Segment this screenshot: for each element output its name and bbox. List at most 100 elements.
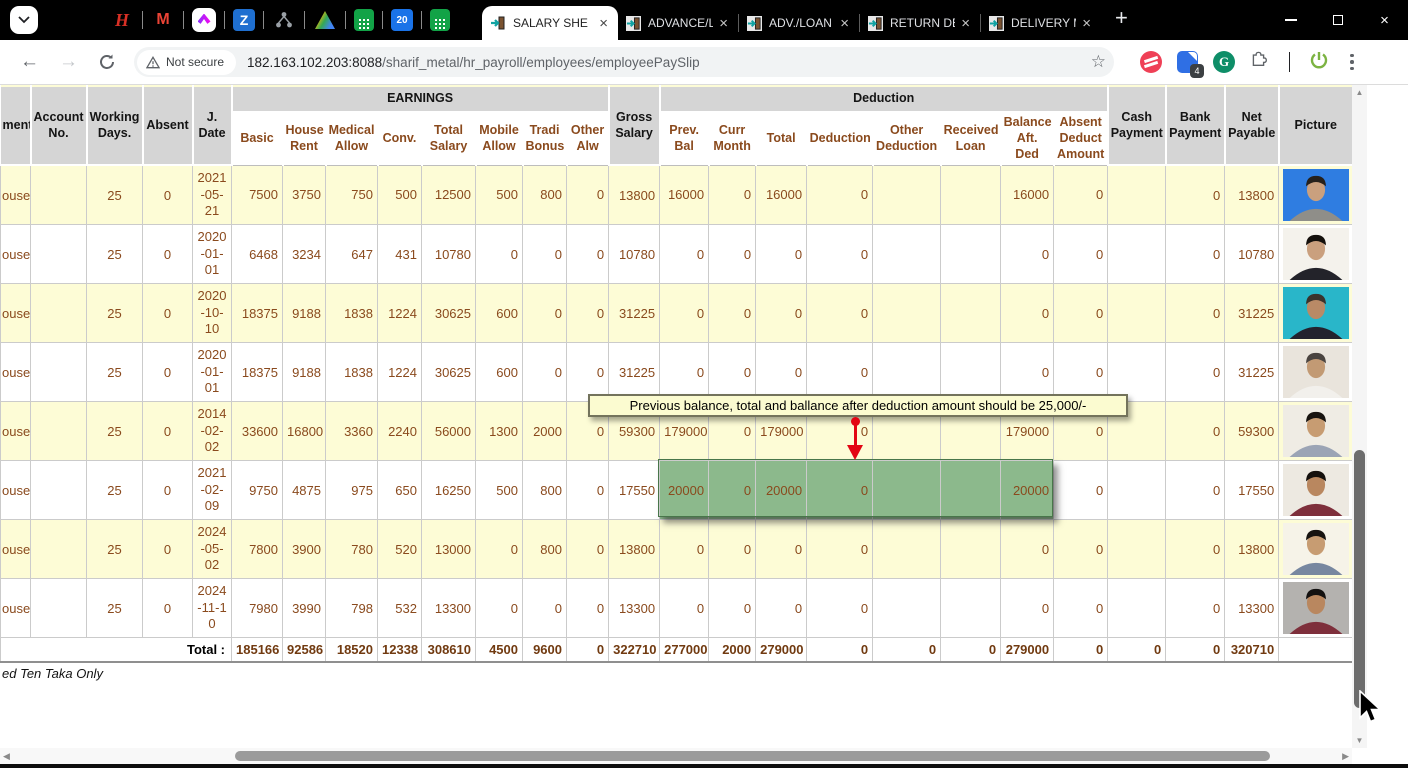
new-tab-button[interactable]: + bbox=[1115, 5, 1128, 31]
gmail-icon[interactable]: M bbox=[151, 8, 175, 32]
browser-menu-icon[interactable] bbox=[1344, 54, 1360, 71]
table-cell: 0 bbox=[807, 343, 873, 402]
table-cell: 0 bbox=[523, 579, 567, 638]
calendar-icon[interactable]: 20 bbox=[391, 9, 413, 31]
table-cell: 10780 bbox=[1225, 225, 1279, 284]
table-cell bbox=[873, 343, 941, 402]
security-chip[interactable]: Not secure bbox=[137, 50, 236, 75]
tab-close-icon[interactable]: × bbox=[597, 15, 610, 32]
table-cell: 2020-10-10 bbox=[193, 284, 232, 343]
extensions-puzzle-icon[interactable] bbox=[1250, 50, 1270, 75]
tab-label: RETURN DEL bbox=[890, 16, 955, 30]
table-cell: 0 bbox=[756, 284, 807, 343]
door-favicon bbox=[868, 16, 883, 31]
header-tradi-bonus: Tradi Bonus bbox=[523, 112, 567, 165]
tab-close-icon[interactable]: × bbox=[838, 15, 851, 32]
table-cell: 18375 bbox=[232, 284, 283, 343]
header-mobile-allow: Mobile Allow bbox=[476, 112, 523, 165]
sitemap-icon[interactable] bbox=[272, 8, 296, 32]
table-cell: 0 bbox=[567, 225, 609, 284]
h-logo-icon[interactable]: H bbox=[110, 8, 134, 32]
table-cell: 0 bbox=[709, 520, 756, 579]
table-cell: 7980 bbox=[232, 579, 283, 638]
total-cell: 0 bbox=[807, 638, 873, 662]
tab-close-icon[interactable]: × bbox=[959, 15, 972, 32]
scroll-right-icon[interactable]: ▶ bbox=[1342, 751, 1349, 762]
tab-search-button[interactable] bbox=[10, 6, 38, 34]
scroll-down-icon[interactable]: ▼ bbox=[1352, 736, 1367, 745]
power-icon[interactable] bbox=[1309, 50, 1329, 75]
table-cell: 30625 bbox=[422, 284, 476, 343]
table-cell: 20000 bbox=[1001, 461, 1054, 520]
table-cell bbox=[1108, 343, 1166, 402]
extension-red-icon[interactable] bbox=[1140, 51, 1162, 73]
window-minimize-button[interactable] bbox=[1267, 0, 1314, 40]
sheets-icon-2[interactable] bbox=[430, 9, 450, 31]
table-cell: 30625 bbox=[422, 343, 476, 402]
header-department: ment bbox=[1, 86, 31, 165]
vertical-scrollbar-thumb[interactable] bbox=[1354, 450, 1365, 708]
tab-close-icon[interactable]: × bbox=[1080, 15, 1093, 32]
table-cell: 500 bbox=[476, 165, 523, 225]
header-other-alw: Other Alw bbox=[567, 112, 609, 165]
employee-photo bbox=[1279, 165, 1353, 225]
table-cell: 532 bbox=[378, 579, 422, 638]
table-cell bbox=[873, 284, 941, 343]
window-maximize-button[interactable] bbox=[1314, 0, 1361, 40]
security-label: Not secure bbox=[166, 55, 224, 69]
total-cell: 0 bbox=[1108, 638, 1166, 662]
table-cell: ouse bbox=[1, 225, 31, 284]
table-cell: 17550 bbox=[1225, 461, 1279, 520]
header-absent: Absent bbox=[143, 86, 193, 165]
tab-salary-sheet[interactable]: SALARY SHE × bbox=[482, 6, 618, 40]
table-cell bbox=[941, 165, 1001, 225]
table-cell: 3900 bbox=[283, 520, 326, 579]
total-cell: 0 bbox=[1054, 638, 1108, 662]
horizontal-scrollbar[interactable]: ◀ ▶ bbox=[0, 748, 1352, 764]
zotero-icon[interactable]: Z bbox=[233, 9, 255, 31]
table-cell: 0 bbox=[143, 579, 193, 638]
vertical-scrollbar[interactable]: ▲ ▼ bbox=[1352, 85, 1367, 748]
table-cell: 10780 bbox=[422, 225, 476, 284]
table-cell: 0 bbox=[1166, 402, 1225, 461]
grammarly-icon[interactable]: G bbox=[1213, 51, 1235, 73]
table-cell: 25 bbox=[87, 461, 143, 520]
total-label: Total : bbox=[1, 638, 232, 662]
reload-icon[interactable] bbox=[98, 53, 116, 71]
table-cell: 780 bbox=[326, 520, 378, 579]
tab-adv-loan[interactable]: ADV./LOAN × bbox=[739, 6, 859, 40]
extension-blue-icon[interactable]: 4 bbox=[1177, 51, 1198, 73]
table-cell: 3360 bbox=[326, 402, 378, 461]
total-cell: 0 bbox=[941, 638, 1001, 662]
table-cell: 0 bbox=[143, 284, 193, 343]
header-bank-payment: Bank Payment bbox=[1166, 86, 1225, 165]
tab-return-delivery[interactable]: RETURN DEL × bbox=[860, 6, 980, 40]
scroll-left-icon[interactable]: ◀ bbox=[3, 751, 10, 762]
tab-close-icon[interactable]: × bbox=[717, 15, 730, 32]
scroll-up-icon[interactable]: ▲ bbox=[1352, 88, 1367, 97]
employee-photo bbox=[1279, 461, 1353, 520]
table-cell: 0 bbox=[476, 225, 523, 284]
sheets-icon[interactable] bbox=[354, 9, 374, 31]
forward-icon[interactable]: → bbox=[59, 51, 78, 73]
url-text: 182.163.102.203:8088/sharif_metal/hr_pay… bbox=[247, 55, 700, 70]
back-icon[interactable]: ← bbox=[20, 51, 39, 73]
table-cell: 17550 bbox=[609, 461, 660, 520]
clickup-icon[interactable] bbox=[192, 8, 216, 32]
tab-delivery-memo[interactable]: DELIVERY M × bbox=[981, 6, 1101, 40]
header-gross-salary: Gross Salary bbox=[609, 86, 660, 165]
address-bar[interactable]: Not secure 182.163.102.203:8088/sharif_m… bbox=[134, 47, 1114, 77]
horizontal-scrollbar-thumb[interactable] bbox=[235, 751, 1270, 761]
table-cell bbox=[31, 225, 87, 284]
table-cell: ouse bbox=[1, 461, 31, 520]
table-row: ouse2502024-11-1079803990798532133000001… bbox=[1, 579, 1353, 638]
table-cell: ouse bbox=[1, 402, 31, 461]
tab-advance-loan[interactable]: ADVANCE/LO × bbox=[618, 6, 738, 40]
total-cell: 18520 bbox=[326, 638, 378, 662]
table-cell: 3990 bbox=[283, 579, 326, 638]
window-close-button[interactable]: × bbox=[1361, 0, 1408, 40]
header-medical-allow: Medical Allow bbox=[326, 112, 378, 165]
table-total-row: Total :185166925861852012338308610450096… bbox=[1, 638, 1353, 662]
bookmark-star-icon[interactable]: ☆ bbox=[1091, 52, 1106, 72]
drive-icon[interactable] bbox=[313, 8, 337, 32]
